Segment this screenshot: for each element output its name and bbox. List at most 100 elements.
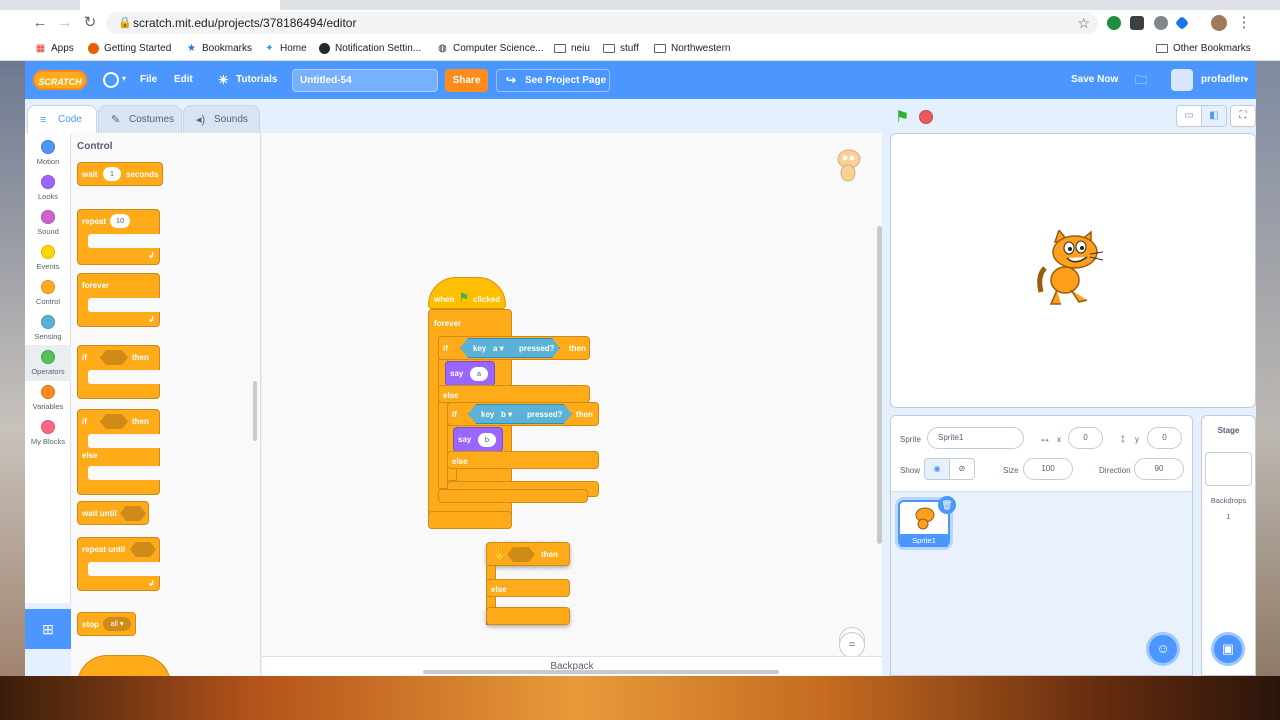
sprite-thumbnail[interactable]: Sprite1 🗑: [898, 496, 956, 547]
code-workspace[interactable]: forever when ⚑ clicked if then key a ▾ p…: [262, 133, 882, 676]
condition-slot[interactable]: [100, 350, 128, 365]
large-stage-button[interactable]: ◧: [1201, 105, 1227, 127]
category-my-blocks[interactable]: My Blocks: [25, 415, 71, 450]
stage-selector[interactable]: Stage Backdrops 1 ▣: [1201, 415, 1256, 676]
block-hat-partial[interactable]: [77, 655, 171, 676]
category-control[interactable]: Control: [25, 275, 71, 310]
bookmark-northwestern[interactable]: Northwestern: [654, 41, 730, 55]
category-events[interactable]: Events: [25, 240, 71, 275]
when-flag-clicked-block[interactable]: when ⚑ clicked: [428, 277, 506, 309]
x-input[interactable]: 0: [1068, 427, 1103, 449]
key-b-pressed-sensing-block[interactable]: key b ▾ pressed?: [468, 404, 572, 424]
workspace-vertical-scrollbar[interactable]: [877, 226, 882, 544]
say-b-input[interactable]: b: [478, 433, 496, 447]
tab-sounds[interactable]: ◂) Sounds: [183, 105, 260, 133]
bookmark-bookmarks[interactable]: ★ Bookmarks: [186, 41, 252, 55]
condition-slot[interactable]: [130, 542, 156, 557]
profile-avatar[interactable]: [1211, 15, 1227, 31]
see-project-page-button[interactable]: ↪ See Project Page: [496, 69, 610, 92]
forward-icon[interactable]: →: [57, 15, 73, 31]
zoom-reset-button[interactable]: =: [839, 632, 865, 658]
extension-icon[interactable]: [1130, 16, 1144, 30]
key-a-pressed-sensing-block[interactable]: key a ▾ pressed?: [460, 338, 560, 358]
bookmark-getting-started[interactable]: Getting Started: [88, 41, 171, 55]
condition-slot[interactable]: [507, 547, 535, 562]
bookmark-home[interactable]: ✦ Home: [264, 41, 306, 55]
bookmark-computer-science[interactable]: ◍ Computer Science...: [437, 41, 543, 55]
category-operators[interactable]: Operators: [25, 345, 71, 380]
block-if-then[interactable]: if then: [77, 345, 161, 399]
block-if-then-else[interactable]: if then else: [77, 409, 161, 495]
stage-canvas[interactable]: [890, 133, 1256, 408]
language-globe-icon[interactable]: [103, 72, 119, 88]
bookmark-apps[interactable]: ▦ Apps: [35, 41, 74, 55]
hide-button[interactable]: ⊘: [949, 458, 975, 480]
browser-menu-icon[interactable]: ⋮: [1236, 15, 1252, 31]
choose-backdrop-button[interactable]: ▣: [1211, 632, 1245, 666]
user-avatar[interactable]: [1171, 69, 1193, 91]
project-title-input[interactable]: Untitled-54: [292, 69, 438, 92]
bookmark-neiu[interactable]: neiu: [554, 41, 590, 55]
block-wait-seconds[interactable]: wait 1 seconds: [77, 162, 163, 186]
fullscreen-button[interactable]: ⛶: [1230, 105, 1256, 127]
direction-input[interactable]: 90: [1134, 458, 1184, 480]
share-button[interactable]: Share: [445, 69, 488, 92]
browser-tab-active[interactable]: [80, 0, 280, 10]
block-repeat[interactable]: repeat 10 ↲: [77, 209, 161, 265]
extension-icon[interactable]: [1174, 15, 1190, 31]
y-input[interactable]: 0: [1147, 427, 1182, 449]
extension-icon[interactable]: [1107, 16, 1121, 30]
tutorials-menu[interactable]: Tutorials: [236, 61, 277, 99]
small-stage-button[interactable]: ▭: [1176, 105, 1202, 127]
size-input[interactable]: 100: [1023, 458, 1073, 480]
delete-sprite-icon[interactable]: 🗑: [938, 496, 956, 514]
palette-scrollbar[interactable]: [253, 381, 257, 441]
condition-slot[interactable]: [120, 506, 146, 521]
bookmark-other[interactable]: Other Bookmarks: [1156, 41, 1251, 55]
cat-sprite[interactable]: [1035, 230, 1111, 310]
tab-code[interactable]: ≡ Code: [27, 105, 97, 133]
stop-icon[interactable]: [919, 110, 933, 124]
key-a-dropdown[interactable]: a ▾: [493, 345, 504, 353]
username-menu[interactable]: profadler: [1201, 61, 1244, 99]
file-menu[interactable]: File: [140, 61, 157, 99]
green-flag-icon[interactable]: ⚑: [895, 107, 909, 127]
category-variables[interactable]: Variables: [25, 380, 71, 415]
add-extension-button[interactable]: ⊞: [25, 609, 71, 649]
choose-sprite-button[interactable]: ☺: [1146, 632, 1180, 666]
my-stuff-folder-icon[interactable]: 🗀: [1135, 61, 1147, 99]
back-icon[interactable]: ←: [32, 15, 48, 31]
backdrop-thumbnail[interactable]: [1205, 452, 1252, 486]
address-bar[interactable]: 🔒 scratch.mit.edu/projects/378186494/edi…: [106, 12, 1098, 34]
sprite-name-input[interactable]: Sprite1: [927, 427, 1024, 449]
stop-dropdown[interactable]: all ▾: [103, 617, 131, 631]
block-stop[interactable]: stop all ▾: [77, 612, 136, 636]
bookmark-star-icon[interactable]: ☆: [1077, 15, 1090, 32]
workspace-horizontal-scrollbar[interactable]: [423, 670, 779, 674]
url-text[interactable]: scratch.mit.edu/projects/378186494/edito…: [133, 16, 356, 30]
repeat-value-input[interactable]: 10: [110, 214, 130, 228]
show-visible-button[interactable]: ◉: [924, 458, 950, 480]
condition-slot[interactable]: [100, 414, 128, 429]
reload-icon[interactable]: ↻: [82, 15, 98, 31]
scratch-logo[interactable]: SCRATCH: [33, 70, 87, 90]
bookmark-stuff[interactable]: stuff: [603, 41, 639, 55]
wait-value-input[interactable]: 1: [103, 167, 121, 181]
save-now-button[interactable]: Save Now: [1071, 61, 1118, 99]
bookmark-notification-settings[interactable]: Notification Settin...: [319, 41, 421, 55]
edit-menu[interactable]: Edit: [174, 61, 193, 99]
block-wait-until[interactable]: wait until: [77, 501, 149, 525]
tab-costumes[interactable]: ✎ Costumes: [98, 105, 182, 133]
block-repeat-until[interactable]: repeat until ↲: [77, 537, 161, 591]
say-b-block[interactable]: say b: [453, 427, 503, 452]
category-looks[interactable]: Looks: [25, 170, 71, 205]
key-b-dropdown[interactable]: b ▾: [501, 411, 512, 419]
category-sound[interactable]: Sound: [25, 205, 71, 240]
say-a-block[interactable]: say a: [445, 361, 495, 386]
extension-icon[interactable]: [1154, 16, 1168, 30]
category-motion[interactable]: Motion: [25, 135, 71, 170]
say-a-input[interactable]: a: [470, 367, 488, 381]
block-forever[interactable]: forever ↲: [77, 273, 161, 327]
chevron-down-icon[interactable]: ▾: [1244, 61, 1248, 99]
category-sensing[interactable]: Sensing: [25, 310, 71, 345]
